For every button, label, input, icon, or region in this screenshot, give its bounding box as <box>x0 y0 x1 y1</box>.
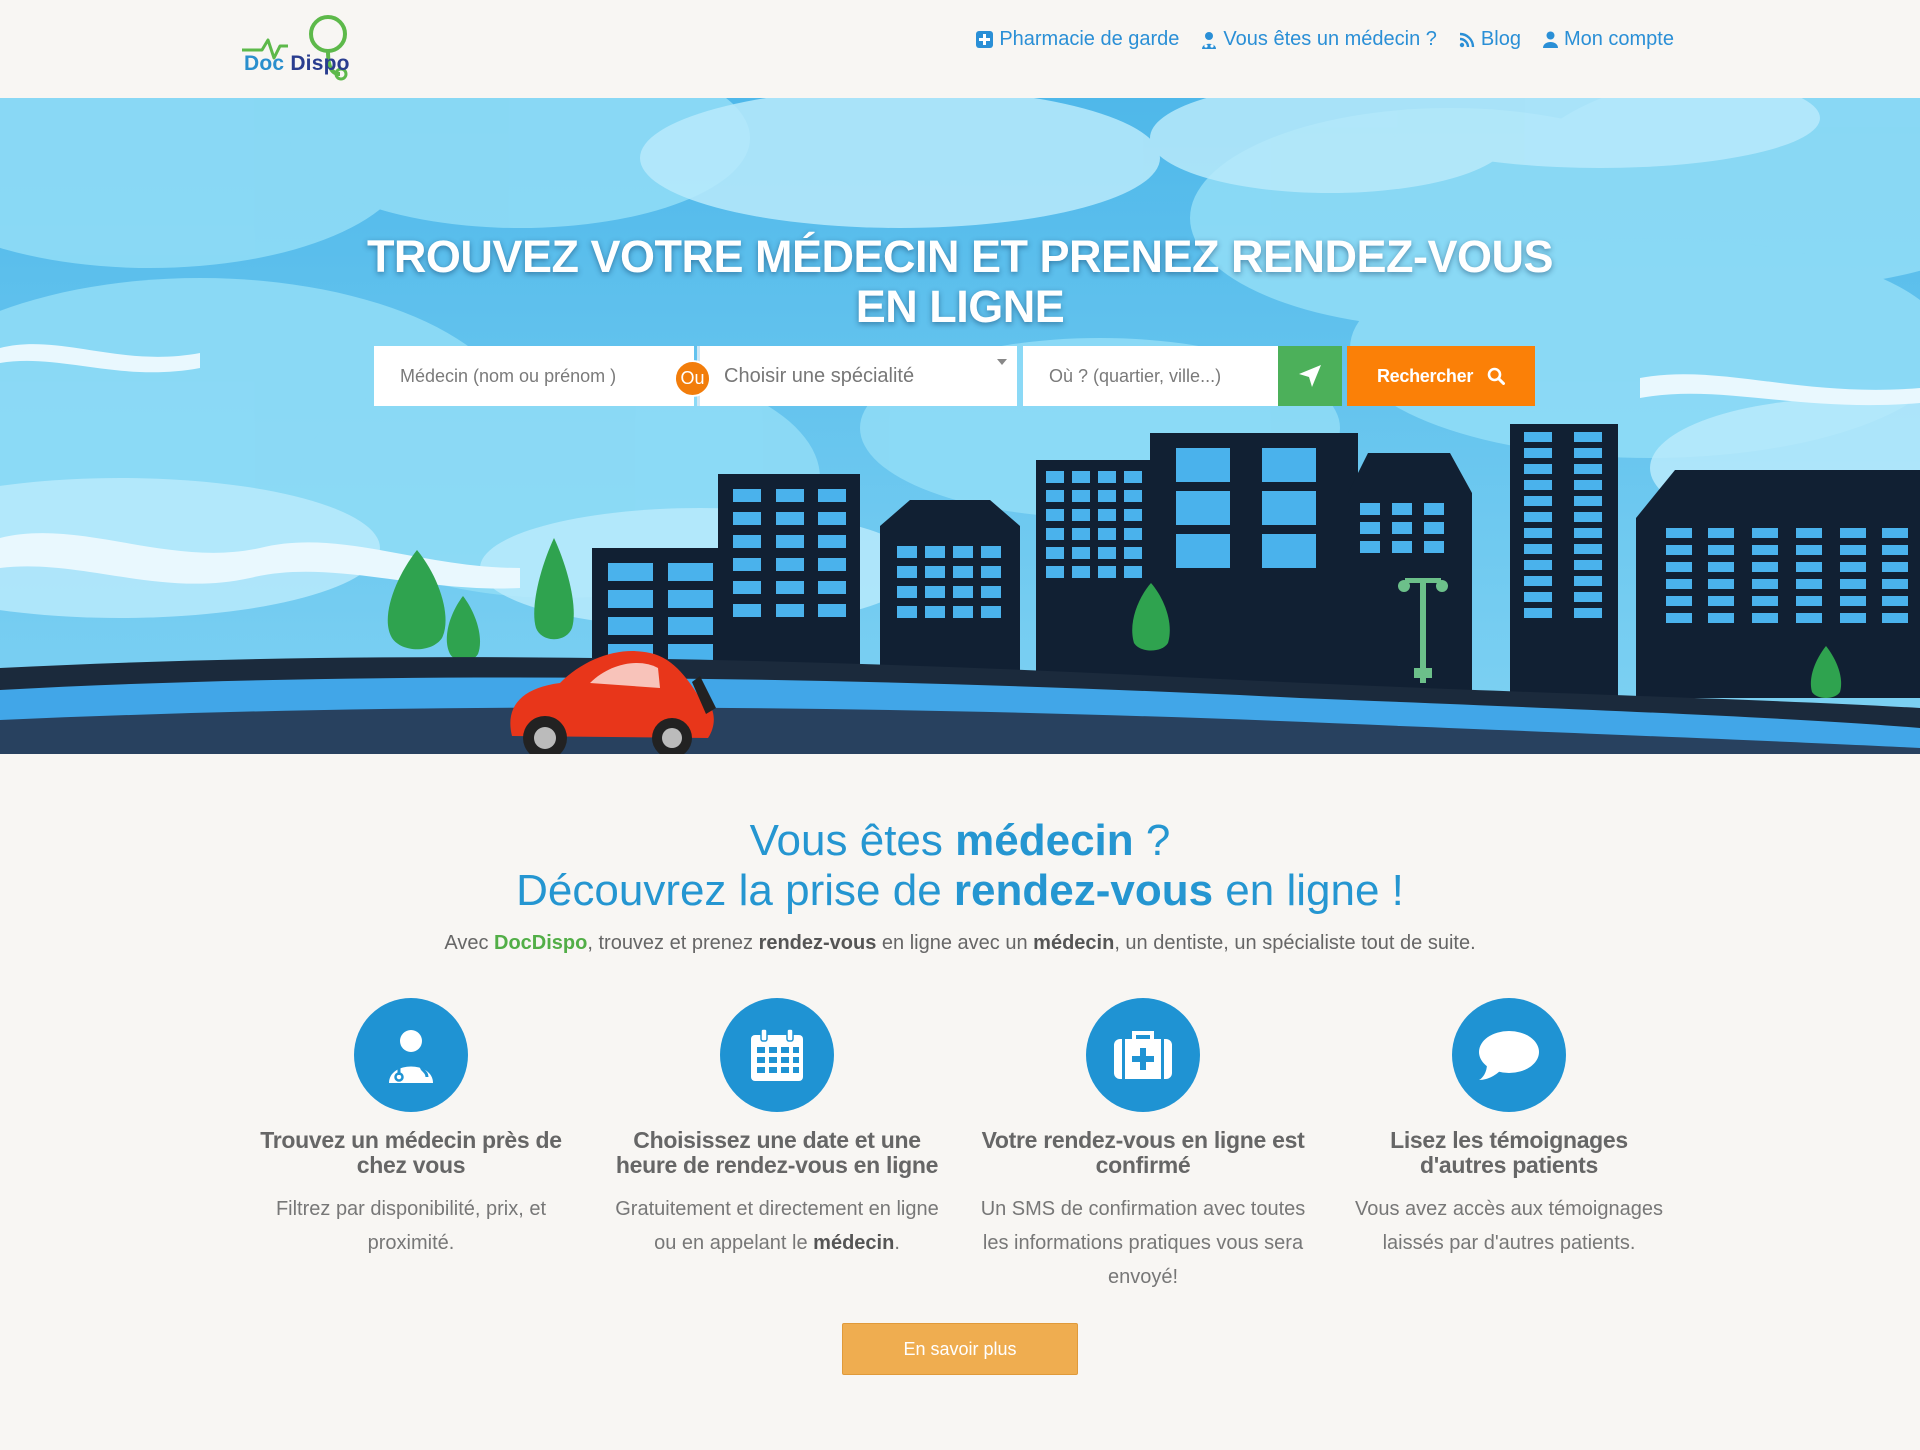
nav-pharmacie-de-garde[interactable]: Pharmacie de garde <box>976 28 1179 51</box>
intro-text-bold: rendez-vous <box>953 866 1214 915</box>
city-illustration <box>0 98 1920 754</box>
intro-text: Découvrez la prise de <box>516 866 954 915</box>
feature-choose-date: Choisissez une date et une heure de rend… <box>612 998 942 1260</box>
feature-description-text: . <box>894 1232 900 1254</box>
intro-text: ? <box>1133 816 1171 865</box>
logo-text-doc: Doc <box>244 52 291 75</box>
search-button-label: Rechercher <box>1376 365 1474 386</box>
nav-label: Blog <box>1480 28 1521 50</box>
feature-icon-circle <box>720 998 834 1112</box>
logo-text: Doc Dispo <box>244 52 350 76</box>
intro-text-bold: médecin <box>955 816 1134 865</box>
feature-title: Lisez les témoignages d'autres patients <box>1390 1127 1628 1178</box>
intro-text: Avec <box>444 932 495 954</box>
feature-title: Votre rendez-vous en ligne est confirmé <box>981 1127 1305 1178</box>
intro-text: , trouvez et prenez <box>587 932 759 954</box>
intro-heading-line1: Vous êtes médecin ? <box>360 816 1560 866</box>
calendar-icon <box>751 1028 803 1081</box>
intro-text: , un dentiste, un spécialiste tout de su… <box>1114 932 1476 954</box>
feature-description: Vous avez accès aux témoignages laissés … <box>1355 1198 1663 1254</box>
doctor-icon <box>1202 31 1217 49</box>
feature-description-bold: médecin <box>813 1232 895 1254</box>
medkit-icon <box>1114 1031 1172 1079</box>
intro-text: en ligne avec un <box>876 932 1034 954</box>
header: Doc Dispo Pharmacie de garde Vous êtes u… <box>0 0 1920 98</box>
plus-square-icon <box>976 31 994 48</box>
logo[interactable]: Doc Dispo <box>240 8 355 83</box>
location-search-input[interactable] <box>1023 346 1278 406</box>
feature-find-doctor: Trouvez un médecin près de chez vous Fil… <box>246 998 576 1260</box>
feature-icon-circle <box>354 998 468 1112</box>
comment-icon <box>1479 1031 1539 1080</box>
geolocate-button[interactable] <box>1278 346 1342 406</box>
main-nav: Pharmacie de garde Vous êtes un médecin … <box>976 28 1674 51</box>
rss-icon <box>1459 32 1475 47</box>
intro-text-bold: médecin <box>1033 932 1115 954</box>
nav-mon-compte[interactable]: Mon compte <box>1542 28 1674 51</box>
intro-text: Vous êtes <box>749 816 956 865</box>
specialty-select-value: Choisir une spécialité <box>724 364 915 387</box>
or-badge: Ou <box>674 360 711 397</box>
specialty-select[interactable]: Choisir une spécialité <box>697 346 1017 406</box>
search-bar: Choisir une spécialité Ou Rechercher <box>374 346 1535 406</box>
feature-description: Filtrez par disponibilité, prix, et prox… <box>275 1198 547 1254</box>
feature-icon-circle <box>1086 998 1200 1112</box>
intro-heading-line2: Découvrez la prise de rendez-vous en lig… <box>360 866 1560 916</box>
feature-confirmed: Votre rendez-vous en ligne est confirmé … <box>978 998 1308 1294</box>
nav-blog[interactable]: Blog <box>1459 28 1521 51</box>
doctor-icon <box>389 1030 433 1083</box>
intro-text: en ligne ! <box>1213 866 1404 915</box>
feature-testimonials: Lisez les témoignages d'autres patients … <box>1344 998 1674 1260</box>
search-button[interactable]: Rechercher <box>1347 346 1535 406</box>
nav-label: Vous êtes un médecin ? <box>1223 28 1437 50</box>
feature-icon-circle <box>1452 998 1566 1112</box>
hero-banner: TROUVEZ VOTRE MÉDECIN ET PRENEZ RENDEZ-V… <box>0 98 1920 754</box>
intro-text-bold: rendez-vous <box>758 932 877 954</box>
nav-label: Mon compte <box>1563 28 1674 50</box>
nav-label: Pharmacie de garde <box>999 28 1180 50</box>
doctor-search-input[interactable] <box>374 346 694 406</box>
feature-title: Trouvez un médecin près de chez vous <box>260 1127 562 1178</box>
search-icon <box>1487 367 1506 385</box>
intro-paragraph: Avec DocDispo, trouvez et prenez rendez-… <box>360 932 1560 955</box>
feature-description: Gratuitement et directement en ligne ou … <box>612 1192 942 1260</box>
caret-down-icon <box>997 359 1007 365</box>
hero-title: TROUVEZ VOTRE MÉDECIN ET PRENEZ RENDEZ-V… <box>366 231 1554 332</box>
intro-heading: Vous êtes médecin ? Découvrez la prise d… <box>360 816 1560 916</box>
brand-name: DocDispo <box>494 932 588 954</box>
feature-description: Un SMS de confirmation avec toutes les i… <box>980 1198 1306 1288</box>
logo-text-dispo: Dispo <box>290 52 350 75</box>
feature-title: Choisissez une date et une heure de rend… <box>615 1127 939 1178</box>
user-icon <box>1542 31 1558 48</box>
location-arrow-icon <box>1299 365 1321 387</box>
nav-vous-etes-medecin[interactable]: Vous êtes un médecin ? <box>1201 28 1437 51</box>
learn-more-button[interactable]: En savoir plus <box>842 1323 1078 1375</box>
